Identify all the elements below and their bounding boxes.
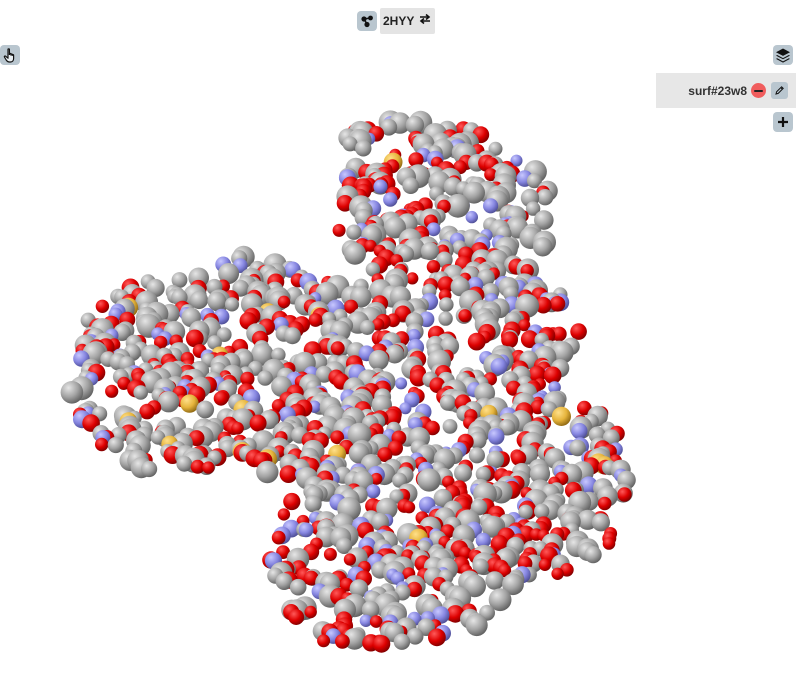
- hand-pointer-icon[interactable]: [0, 45, 20, 65]
- surface-atom: [141, 460, 158, 478]
- surface-atom: [304, 605, 317, 619]
- surface-atom: [279, 465, 298, 483]
- structure-title-pill[interactable]: 2HYY: [380, 8, 436, 34]
- surface-atom: [395, 377, 408, 390]
- surface-atom: [213, 391, 229, 406]
- surface-atom: [439, 297, 454, 312]
- surface-atom: [330, 341, 345, 356]
- surface-atom: [196, 400, 215, 419]
- surface-atom: [597, 496, 612, 511]
- surface-atom: [283, 492, 301, 511]
- surface-atom: [344, 242, 366, 265]
- surface-atom: [60, 381, 84, 404]
- surface-atom: [617, 487, 632, 502]
- surface-atom: [289, 578, 307, 596]
- surface-atom: [288, 609, 305, 625]
- surface-atom: [298, 522, 314, 538]
- layer-list-item[interactable]: surf#23w8: [656, 73, 796, 108]
- surface-atom: [483, 198, 499, 214]
- surface-atom: [454, 464, 472, 482]
- surface-atom: [355, 140, 372, 157]
- surface-atom: [536, 189, 554, 206]
- surface-atom: [283, 327, 301, 345]
- surface-atom: [551, 406, 572, 426]
- surface-atom: [224, 297, 240, 312]
- surface-atom: [95, 299, 110, 313]
- surface-atom: [368, 349, 389, 371]
- surface-atom: [176, 455, 193, 472]
- surface-atom: [180, 394, 199, 413]
- surface-atom: [277, 508, 291, 521]
- surface-atom: [332, 223, 346, 237]
- surface-atom: [468, 447, 485, 464]
- surface-atom: [417, 468, 441, 492]
- surface-atom: [359, 320, 375, 335]
- surface-atom: [373, 179, 388, 194]
- surface-atom: [465, 614, 488, 637]
- surface-atom: [335, 634, 350, 649]
- pencil-icon[interactable]: [771, 82, 788, 99]
- surface-atom: [467, 332, 486, 351]
- surface-atom: [202, 461, 215, 474]
- surface-atom: [157, 391, 180, 413]
- surface-atom: [402, 177, 420, 194]
- structure-title: 2HYY: [383, 14, 415, 28]
- surface-atom: [343, 553, 356, 566]
- swap-arrows-icon[interactable]: [419, 12, 431, 30]
- minus-circle-icon[interactable]: [751, 83, 766, 98]
- molecule-viewer-window: 2HYY surf#23w8: [0, 0, 810, 679]
- surface-atom: [538, 558, 552, 571]
- surface-atom: [426, 260, 441, 274]
- surface-atom: [308, 313, 323, 327]
- surface-atom: [105, 384, 119, 398]
- surface-atom: [139, 403, 155, 420]
- structure-title-bar: 2HYY: [357, 8, 436, 34]
- surface-atom: [346, 224, 362, 240]
- surface-atom: [256, 460, 279, 484]
- surface-atom: [277, 295, 291, 309]
- surface-atom: [571, 422, 588, 440]
- surface-atom: [317, 634, 331, 648]
- surface-atom: [304, 495, 322, 513]
- molecule-icon[interactable]: [357, 11, 377, 31]
- surface-atom: [95, 437, 109, 452]
- surface-atom: [458, 309, 472, 323]
- surface-atom: [323, 547, 337, 561]
- surface-atom: [133, 385, 148, 400]
- surface-atom: [438, 311, 453, 326]
- surface-atom: [403, 501, 416, 514]
- surface-atom: [383, 192, 398, 207]
- surface-atom: [439, 394, 456, 411]
- surface-atom: [490, 358, 508, 375]
- surface-atom: [257, 370, 273, 386]
- surface-atom: [487, 428, 505, 445]
- surface-atom: [271, 530, 286, 545]
- surface-atom: [107, 436, 124, 454]
- molecular-surface: [60, 110, 636, 653]
- surface-atom: [465, 210, 478, 224]
- plus-icon[interactable]: [773, 112, 793, 132]
- layers-icon[interactable]: [773, 45, 793, 65]
- surface-atom: [428, 628, 446, 647]
- surface-atom: [207, 291, 227, 311]
- surface-atom: [602, 537, 616, 550]
- surface-atom: [533, 237, 553, 257]
- surface-atom: [249, 414, 267, 432]
- surface-atom: [366, 484, 381, 499]
- surface-atom: [551, 567, 564, 580]
- layer-name: surf#23w8: [688, 83, 747, 98]
- surface-atom: [584, 546, 602, 564]
- surface-atom: [231, 422, 244, 435]
- surface-atom: [485, 571, 505, 590]
- surface-atom: [420, 242, 440, 261]
- surface-atom: [570, 323, 587, 340]
- surface-atom: [442, 419, 458, 434]
- surface-atom: [393, 633, 411, 650]
- surface-atom: [549, 296, 566, 312]
- surface-atom: [372, 635, 391, 653]
